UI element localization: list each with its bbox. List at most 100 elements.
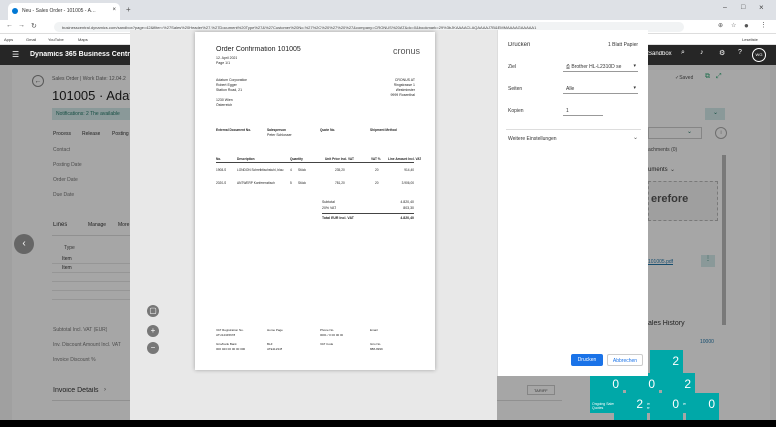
reference-header: Shipment Method [370, 128, 397, 132]
screen: Neu - Sales Order - 101005 - A… × + – □ … [0, 0, 776, 427]
line-header: Quantity [290, 157, 303, 161]
sheet-count: 1 Blatt Papier [608, 42, 639, 48]
previous-record-icon[interactable]: ‹ [14, 234, 34, 254]
zoom-out-icon[interactable]: − [147, 342, 159, 354]
footer-value: ATE112345 [267, 347, 283, 351]
taskbar-strip [0, 420, 776, 427]
total-value: 4.820,40 [400, 216, 414, 220]
line-header: No. [216, 157, 222, 161]
profile-icon[interactable]: ● [744, 21, 749, 30]
maximize-icon[interactable]: □ [741, 4, 745, 11]
footer-header: VAT Code [320, 342, 334, 346]
line-vat: 20 [375, 168, 379, 172]
subtotal-value: 4.820,40 [400, 200, 414, 204]
translate-icon[interactable]: ⊕ [718, 22, 723, 29]
bookmark-maps[interactable]: Maps [78, 37, 88, 42]
vat-label: 20% VAT [322, 206, 337, 210]
tile-count: 2 [636, 397, 643, 411]
reference-header: Salesperson [267, 128, 286, 132]
cancel-button[interactable]: Abbrechen [607, 354, 643, 366]
line-amount: 3.906,00 [401, 181, 414, 185]
waffle-icon[interactable]: ☰ [12, 50, 19, 59]
minimize-icon[interactable]: – [723, 4, 727, 11]
pages-label: Seiten [508, 86, 523, 92]
doc-title: Order Confirmation 101005 [216, 46, 301, 53]
address-line: Adatum Corporation [216, 78, 248, 82]
reading-list[interactable]: Leseliste [742, 37, 758, 42]
line-qty: 5 [290, 181, 292, 185]
line-header: VAT % [371, 157, 381, 161]
gear-icon[interactable]: ⚙ [719, 49, 725, 57]
line-unit: Stück [298, 168, 306, 172]
chevron-down-icon[interactable]: ⌄ [633, 134, 638, 141]
doc-page: Page 1/1 [216, 61, 231, 65]
line-header: Line Amount Incl. VAT [388, 157, 422, 161]
destination-select[interactable]: ⎙ Brother HL-L2310D se ▾ [563, 61, 638, 72]
print-title: Drucken [508, 42, 531, 48]
footer-value: 000 023 00 00 00 000 [216, 347, 246, 351]
address-line: Station Road, 21 [216, 88, 243, 92]
line-no: 2020-S [216, 181, 227, 185]
bookmark-apps[interactable]: Apps [4, 37, 13, 42]
address-line: 9999 Rosenthal [390, 93, 415, 97]
reload-icon[interactable]: ↻ [31, 22, 37, 30]
new-tab-icon[interactable]: + [126, 5, 131, 14]
app-title: Dynamics 365 Business Central [30, 51, 136, 58]
tile-count: 0 [612, 377, 619, 391]
tile-count: 0 [672, 397, 679, 411]
close-window-icon[interactable]: × [759, 3, 764, 12]
tab-title: Neu - Sales Order - 101005 - A… [22, 8, 96, 14]
help-icon[interactable]: ? [738, 49, 742, 56]
star-icon[interactable]: ☆ [731, 22, 736, 29]
footer-header: Giro/bank Bank [216, 342, 237, 346]
print-settings-panel: Drucken 1 Blatt Papier Ziel ⎙ Brother HL… [497, 30, 648, 376]
dropdown-icon: ▾ [633, 85, 636, 91]
copies-input[interactable]: 1 [563, 105, 603, 116]
doc-date: 12. April 2021 [216, 56, 238, 60]
subtotal-label: Subtotal [322, 200, 335, 204]
line-header: Unit Price Incl. VAT [325, 157, 354, 161]
line-price: 781,20 [335, 181, 345, 185]
fit-page-icon[interactable]: ▢ [147, 305, 159, 317]
footer-value: 888-9999 [370, 347, 383, 351]
footer-header: Email [370, 328, 378, 332]
line-no: 1908-S [216, 168, 227, 172]
more-settings[interactable]: Weitere Einstellungen [508, 136, 557, 142]
line-qty: 4 [290, 168, 292, 172]
tile-count: 2 [672, 354, 679, 368]
address-line: CRONUS AT [394, 78, 415, 82]
address-line: Österreich [216, 103, 233, 107]
print-button[interactable]: Drucken [571, 354, 603, 366]
document-page: Order Confirmation 101005 12. April 2021… [195, 32, 435, 370]
bookmark-youtube[interactable]: YouTube [48, 37, 64, 42]
forward-icon[interactable]: → [18, 22, 25, 29]
footer-header: Giro No. [370, 342, 382, 346]
copies-label: Kopien [508, 108, 524, 114]
menu-icon[interactable]: ⋮ [760, 21, 767, 29]
line-description: ANTWERP Konferenztisch [237, 181, 275, 185]
environment-label: Sandbox [648, 51, 672, 57]
search-icon[interactable]: ⌕ [681, 49, 685, 57]
back-icon[interactable]: ← [6, 22, 13, 29]
close-tab-icon[interactable]: × [112, 7, 116, 13]
bell-icon[interactable]: ♪ [700, 49, 704, 56]
reference-header: External Document No. [216, 128, 252, 132]
line-price: 235,20 [335, 168, 345, 172]
line-unit: Stück [298, 181, 306, 185]
footer-header: Home Page [267, 328, 283, 332]
address-line: Westminster [395, 88, 415, 92]
footer-header: BLZ [267, 342, 273, 346]
salesperson-name: Peter Schlosser [267, 133, 292, 137]
dropdown-icon: ▾ [633, 63, 636, 69]
pages-select[interactable]: Alle ▾ [563, 83, 638, 94]
zoom-in-icon[interactable]: + [147, 325, 159, 337]
address-line: 1230 Wien [216, 98, 233, 102]
vat-value: 803,30 [403, 206, 414, 210]
footer-header: Phone No. [320, 328, 335, 332]
tile-count: 0 [648, 377, 655, 391]
avatar[interactable]: WG [752, 48, 766, 62]
browser-tab[interactable]: Neu - Sales Order - 101005 - A… × [8, 3, 120, 20]
footer-value: 0001 / 0 00 00 00 [320, 333, 344, 337]
line-amount: 914,40 [404, 168, 414, 172]
bookmark-gmail[interactable]: Gmail [26, 37, 36, 42]
